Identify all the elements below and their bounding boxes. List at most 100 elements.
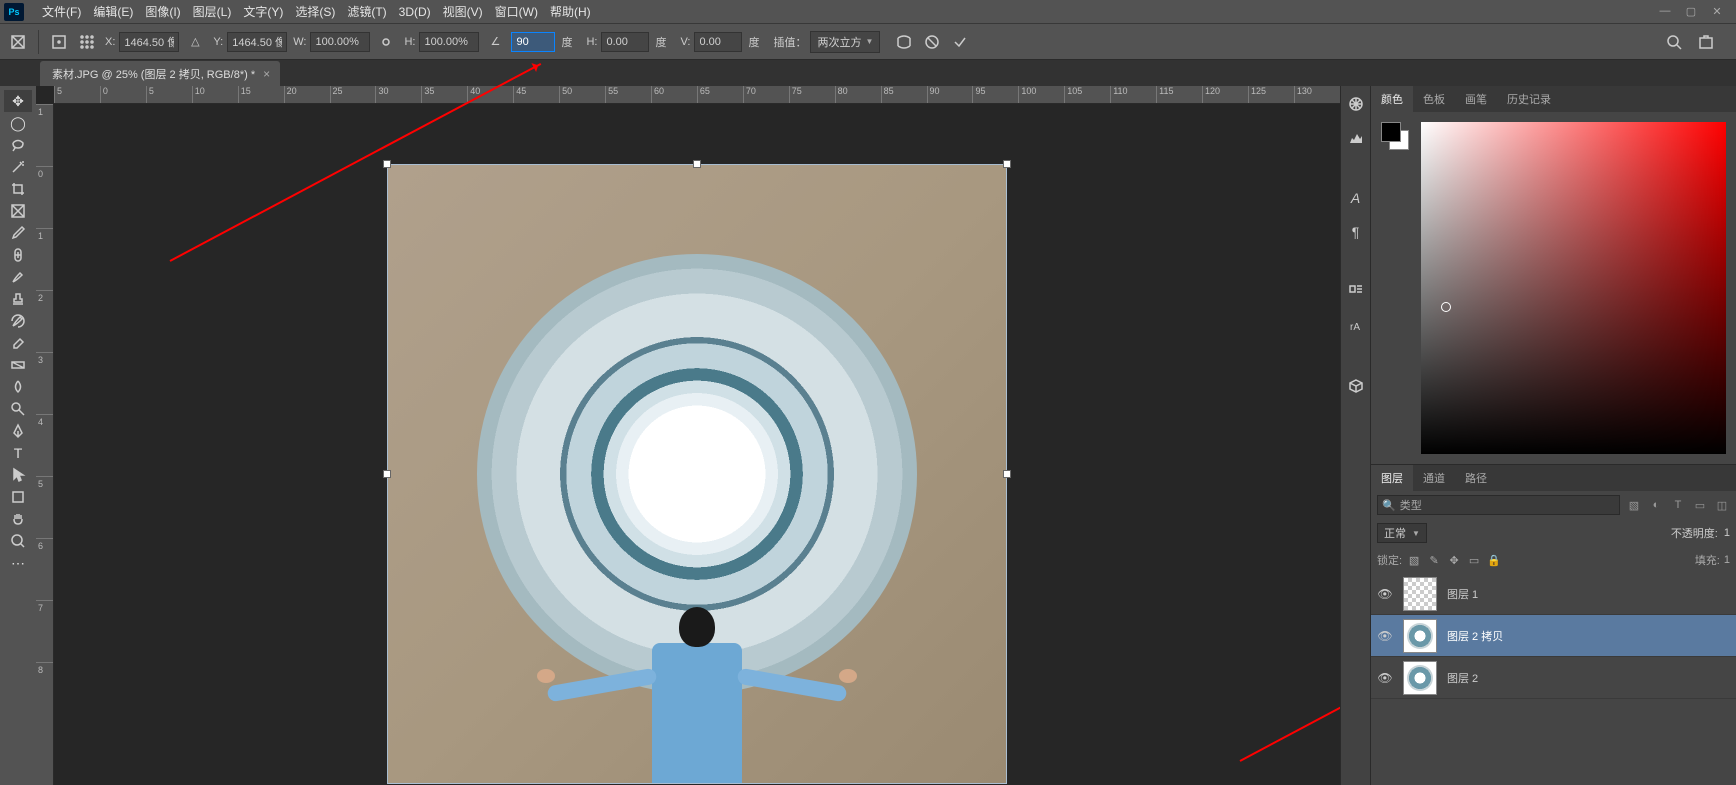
move-tool-icon[interactable]: ✥ [4,90,32,112]
histogram-panel-icon[interactable] [1346,128,1366,148]
healing-tool-icon[interactable] [4,244,32,266]
lock-all-icon[interactable]: 🔒 [1486,554,1502,567]
tab-layers[interactable]: 图层 [1371,465,1413,491]
menu-help[interactable]: 帮助(H) [544,3,597,20]
minimize-icon[interactable]: — [1658,5,1672,18]
visibility-eye-icon[interactable]: 👁 [1377,587,1393,601]
marquee-tool-icon[interactable]: ◯ [4,112,32,134]
menu-view[interactable]: 视图(V) [437,3,489,20]
maximize-icon[interactable]: ▢ [1684,5,1698,18]
interp-select[interactable]: 两次立方▼ [810,31,880,53]
navigator-panel-icon[interactable] [1346,94,1366,114]
3d-panel-icon[interactable] [1346,376,1366,396]
history-brush-tool-icon[interactable] [4,310,32,332]
menu-edit[interactable]: 编辑(E) [87,3,139,20]
pen-tool-icon[interactable] [4,420,32,442]
transform-handle-tl[interactable] [383,160,391,168]
cancel-transform-icon[interactable] [920,30,944,54]
layer-filter-select[interactable]: 🔍 类型 [1377,495,1620,515]
link-icon[interactable] [374,30,398,54]
y-input[interactable] [227,32,287,52]
layer-thumbnail[interactable] [1403,619,1437,653]
zoom-tool-icon[interactable] [4,530,32,552]
w-input[interactable] [310,32,370,52]
skew-v-input[interactable] [694,32,742,52]
type-tool-icon[interactable]: T [4,442,32,464]
visibility-eye-icon[interactable]: 👁 [1377,629,1393,643]
transform-bounding-box[interactable] [387,164,1007,784]
crop-tool-icon[interactable] [4,178,32,200]
document-tab[interactable]: 素材.JPG @ 25% (图层 2 拷贝, RGB/8*) * × [40,61,280,86]
styles-panel-icon[interactable]: rA [1346,316,1366,336]
lasso-tool-icon[interactable] [4,134,32,156]
rotation-angle-input[interactable] [511,32,555,52]
filter-adjust-icon[interactable]: ◐ [1648,497,1664,513]
fill-value[interactable]: 1 [1724,554,1730,566]
brush-tool-icon[interactable] [4,266,32,288]
gradient-tool-icon[interactable] [4,354,32,376]
tab-color[interactable]: 颜色 [1371,86,1413,112]
skew-h-input[interactable] [601,32,649,52]
h-input[interactable] [419,32,479,52]
commit-transform-icon[interactable] [948,30,972,54]
character-panel-icon[interactable]: A [1346,188,1366,208]
frame-tool-icon[interactable] [4,200,32,222]
layer-row[interactable]: 👁图层 1 [1371,573,1736,615]
fg-bg-swatches[interactable] [1381,122,1409,150]
lock-position-brush-icon[interactable]: ✎ [1426,554,1442,567]
filter-pixel-icon[interactable]: ▧ [1626,497,1642,513]
menu-select[interactable]: 选择(S) [289,3,341,20]
edit-toolbar-icon[interactable]: ⋯ [4,552,32,574]
lock-move-icon[interactable]: ✥ [1446,554,1462,567]
transform-handle-tm[interactable] [693,160,701,168]
tab-history[interactable]: 历史记录 [1497,86,1561,112]
lock-pixels-icon[interactable]: ▧ [1406,554,1422,567]
reference-grid-icon[interactable] [75,30,99,54]
transform-handle-mr[interactable] [1003,470,1011,478]
glyphs-panel-icon[interactable] [1346,282,1366,302]
menu-text[interactable]: 文字(Y) [237,3,289,20]
dodge-tool-icon[interactable] [4,398,32,420]
hand-tool-icon[interactable] [4,508,32,530]
transform-handle-ml[interactable] [383,470,391,478]
eyedropper-tool-icon[interactable] [4,222,32,244]
close-window-icon[interactable]: ✕ [1710,5,1724,18]
blur-tool-icon[interactable] [4,376,32,398]
filter-shape-icon[interactable]: ▭ [1692,497,1708,513]
filter-type-icon[interactable]: T [1670,497,1686,513]
tab-paths[interactable]: 路径 [1455,465,1497,491]
transform-handle-tr[interactable] [1003,160,1011,168]
canvas[interactable] [54,104,1340,785]
stamp-tool-icon[interactable] [4,288,32,310]
close-tab-icon[interactable]: × [263,67,270,81]
tab-brushes[interactable]: 画笔 [1455,86,1497,112]
layer-thumbnail[interactable] [1403,577,1437,611]
transform-tool-icon[interactable] [6,30,30,54]
menu-image[interactable]: 图像(I) [139,3,186,20]
filter-smart-icon[interactable]: ◫ [1714,497,1730,513]
menu-3d[interactable]: 3D(D) [393,5,437,19]
visibility-eye-icon[interactable]: 👁 [1377,671,1393,685]
menu-window[interactable]: 窗口(W) [489,3,544,20]
reference-point-icon[interactable] [47,30,71,54]
shape-tool-icon[interactable] [4,486,32,508]
lock-artboard-icon[interactable]: ▭ [1466,554,1482,567]
layer-thumbnail[interactable] [1403,661,1437,695]
magic-wand-tool-icon[interactable] [4,156,32,178]
search-icon[interactable] [1662,30,1686,54]
layer-row[interactable]: 👁图层 2 拷贝 [1371,615,1736,657]
menu-layer[interactable]: 图层(L) [187,3,238,20]
tab-channels[interactable]: 通道 [1413,465,1455,491]
layer-row[interactable]: 👁图层 2 [1371,657,1736,699]
menu-file[interactable]: 文件(F) [36,3,87,20]
tab-swatches[interactable]: 色板 [1413,86,1455,112]
warp-icon[interactable] [892,30,916,54]
eraser-tool-icon[interactable] [4,332,32,354]
path-select-tool-icon[interactable] [4,464,32,486]
paragraph-panel-icon[interactable]: ¶ [1346,222,1366,242]
x-input[interactable] [119,32,179,52]
share-icon[interactable] [1694,30,1718,54]
opacity-value[interactable]: 1 [1724,527,1730,539]
menu-filter[interactable]: 滤镜(T) [341,3,392,20]
delta-icon[interactable]: △ [183,30,207,54]
